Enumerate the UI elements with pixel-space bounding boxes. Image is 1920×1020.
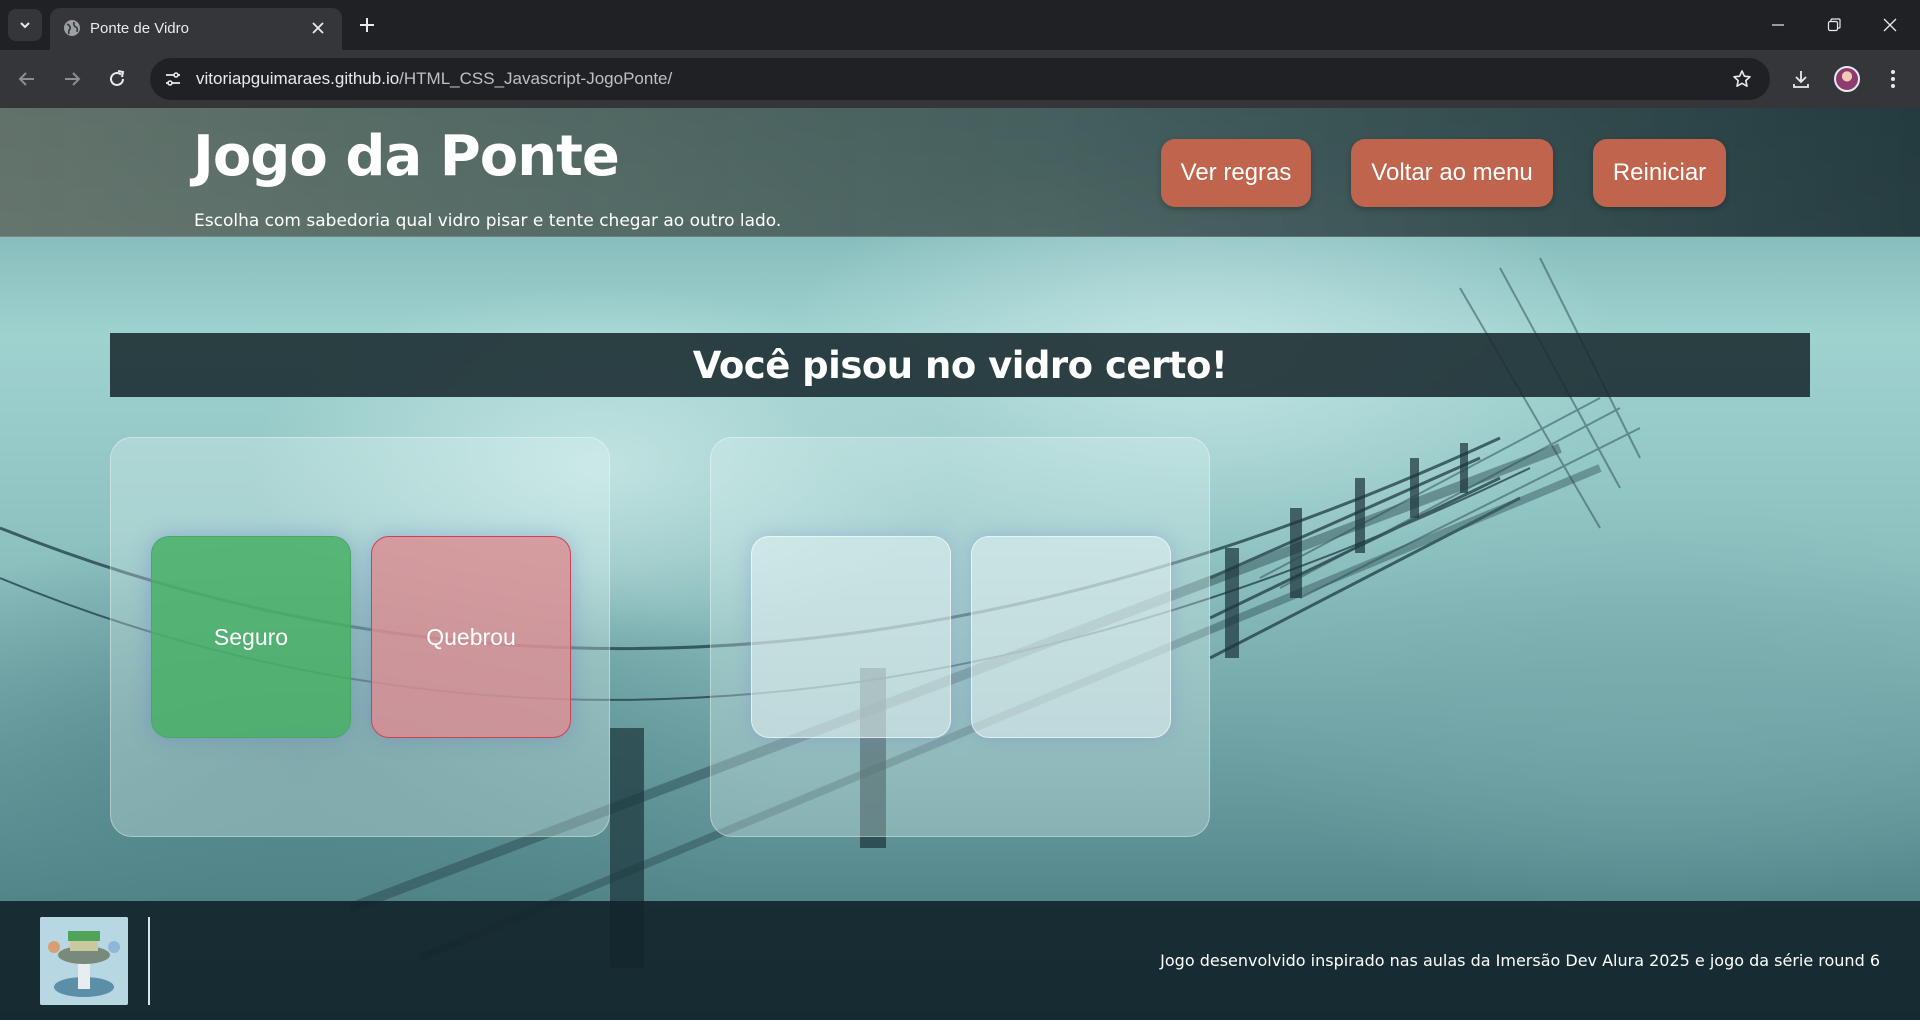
page-footer: Jogo desenvolvido inspirado nas aulas da… — [0, 901, 1920, 1020]
new-tab-button[interactable] — [352, 10, 382, 40]
tune-icon — [166, 72, 180, 86]
page-title: Jogo da Ponte — [193, 124, 620, 189]
minimize-icon — [1772, 24, 1784, 26]
restore-icon — [1827, 18, 1841, 32]
restore-button[interactable] — [1806, 0, 1862, 50]
back-button[interactable] — [10, 62, 44, 96]
status-banner: Você pisou no vidro certo! — [110, 333, 1810, 397]
close-icon — [312, 22, 324, 34]
browser-toolbar: vitoriapguimaraes.github.io/HTML_CSS_Jav… — [0, 50, 1920, 108]
browser-tab[interactable]: Ponte de Vidro — [50, 8, 342, 50]
browser-menu-button[interactable] — [1876, 62, 1910, 96]
footer-credit: Jogo desenvolvido inspirado nas aulas da… — [1160, 951, 1880, 970]
globe-icon — [64, 20, 80, 36]
game-logo-image — [40, 917, 128, 1005]
page-viewport: Jogo da Ponte Escolha com sabedoria qual… — [0, 108, 1920, 1020]
footer-logo — [40, 917, 128, 1005]
glass-left[interactable] — [751, 536, 951, 738]
tab-title: Ponte de Vidro — [90, 20, 189, 37]
profile-button[interactable] — [1830, 62, 1864, 96]
browser-tab-bar: Ponte de Vidro — [0, 0, 1920, 50]
back-to-menu-button[interactable]: Voltar ao menu — [1351, 139, 1553, 207]
close-icon — [1883, 18, 1897, 32]
game-header: Jogo da Ponte Escolha com sabedoria qual… — [0, 108, 1920, 237]
star-icon — [1733, 70, 1751, 87]
url-host: vitoriapguimaraes.github.io — [196, 69, 400, 88]
close-tab-button[interactable] — [306, 16, 330, 40]
avatar — [1834, 66, 1860, 92]
bookmark-button[interactable] — [1730, 67, 1754, 91]
rules-button[interactable]: Ver regras — [1161, 139, 1311, 207]
reload-icon — [110, 70, 125, 86]
site-info-button[interactable] — [158, 64, 188, 94]
minimize-button[interactable] — [1750, 0, 1806, 50]
page-subtitle: Escolha com sabedoria qual vidro pisar e… — [194, 211, 782, 231]
address-bar[interactable]: vitoriapguimaraes.github.io/HTML_CSS_Jav… — [150, 58, 1770, 100]
bridge-step-2 — [710, 437, 1210, 837]
status-message: Você pisou no vidro certo! — [692, 343, 1228, 387]
url-path: /HTML_CSS_Javascript-JogoPonte/ — [399, 69, 673, 88]
glass-right-broken: Quebrou — [371, 536, 571, 738]
chevron-down-icon — [20, 22, 30, 29]
more-vertical-icon — [1891, 70, 1895, 88]
forward-button[interactable] — [55, 62, 89, 96]
arrow-right-icon — [65, 72, 81, 86]
close-window-button[interactable] — [1862, 0, 1918, 50]
downloads-button[interactable] — [1784, 62, 1818, 96]
bridge-step-1: Seguro Quebrou — [110, 437, 610, 837]
plus-icon — [360, 18, 374, 32]
arrow-left-icon — [18, 72, 34, 86]
glass-right[interactable] — [971, 536, 1171, 738]
tab-search-button[interactable] — [8, 9, 42, 41]
reload-button[interactable] — [100, 62, 134, 96]
restart-button[interactable]: Reiniciar — [1593, 139, 1726, 207]
download-icon — [1793, 71, 1809, 88]
footer-divider — [148, 917, 150, 1005]
glass-left-safe: Seguro — [151, 536, 351, 738]
url-text[interactable]: vitoriapguimaraes.github.io/HTML_CSS_Jav… — [196, 69, 672, 89]
